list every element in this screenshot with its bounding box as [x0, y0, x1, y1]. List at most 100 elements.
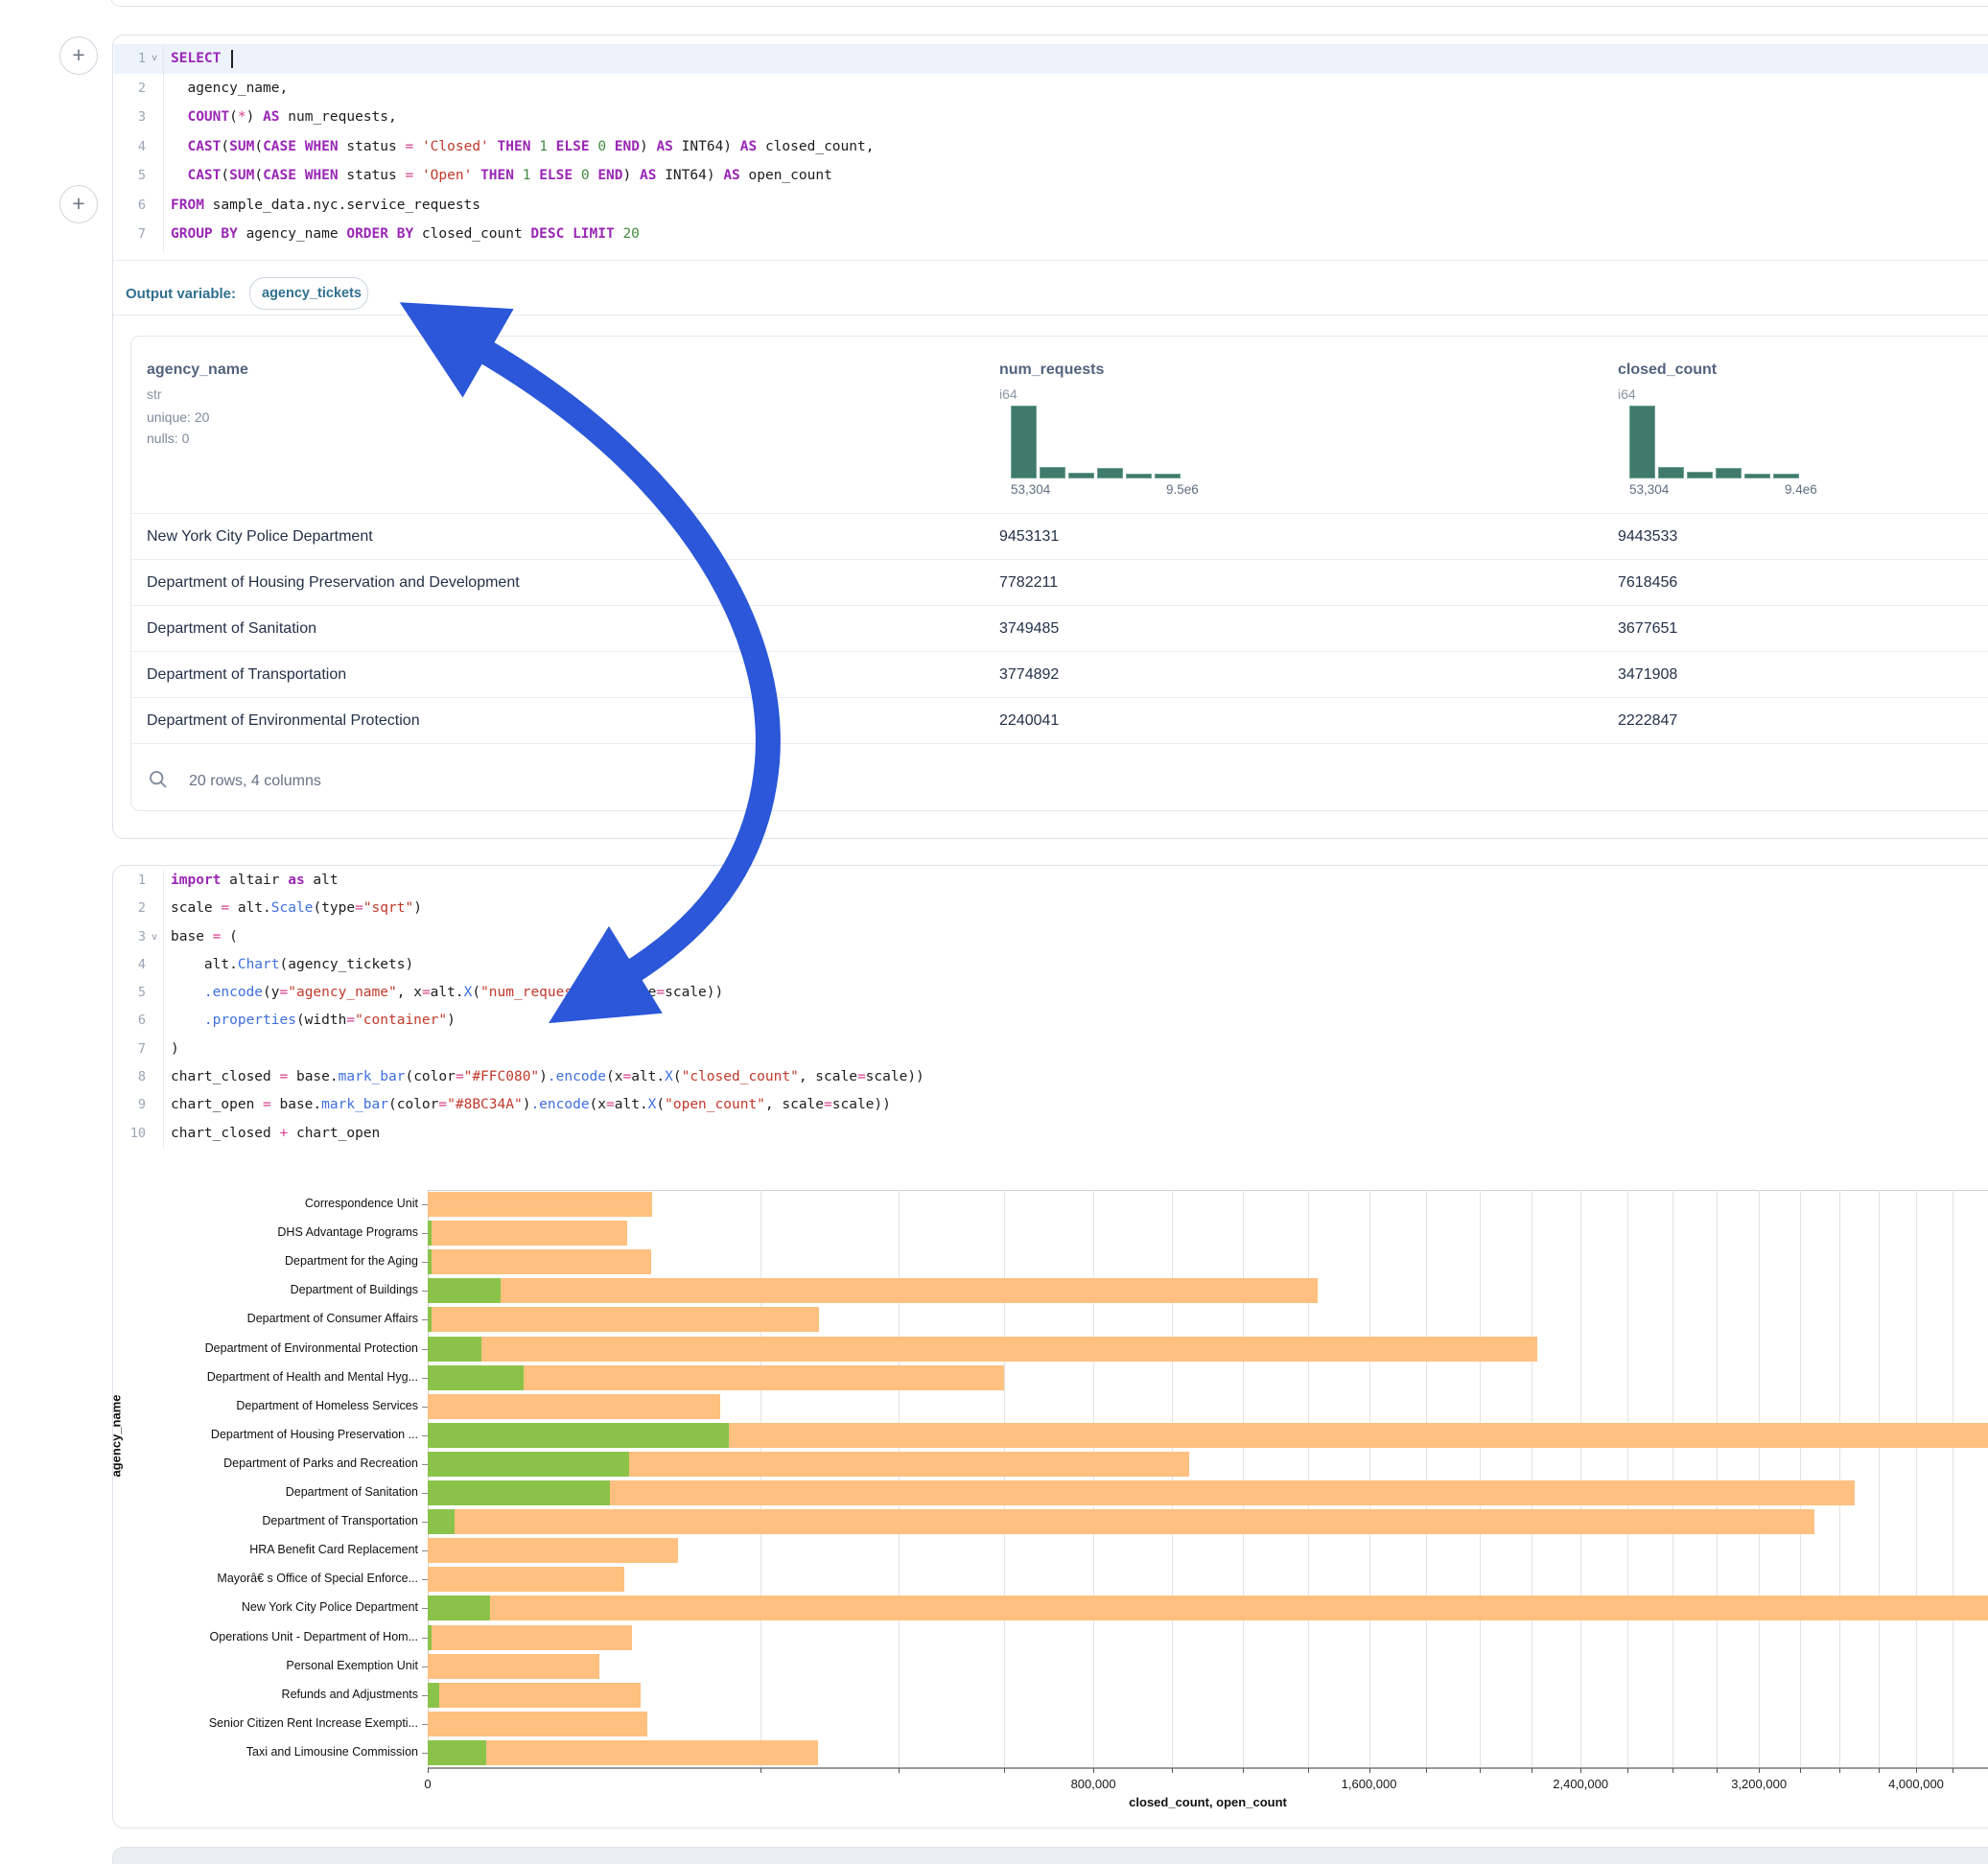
table-row[interactable]: New York City Police Department945313194… — [131, 513, 1988, 560]
cell-closed-count: 7618456 — [1618, 560, 1677, 605]
code-text: import altair as alt — [163, 867, 339, 895]
line-number: 7 — [114, 220, 146, 249]
line-number: 3 — [114, 103, 146, 132]
table-row[interactable]: Department of Housing Preservation and D… — [131, 559, 1988, 606]
code-line-6[interactable]: 6 .properties(width="container") — [114, 1007, 1988, 1035]
code-text: alt.Chart(agency_tickets) — [163, 951, 413, 979]
line-number: 2 — [114, 895, 146, 922]
fold-caret-icon[interactable]: v — [146, 923, 163, 951]
code-text: .properties(width="container") — [163, 1007, 456, 1035]
histogram-bar — [1716, 468, 1742, 478]
code-text: ) — [163, 1036, 179, 1063]
histogram-bar — [1040, 467, 1065, 478]
histogram-max-label: 9.4e6 — [1785, 482, 1817, 497]
line-number: 8 — [114, 1063, 146, 1091]
histogram-bar — [1773, 474, 1799, 478]
code-line-5[interactable]: 5 .encode(y="agency_name", x=alt.X("num_… — [114, 979, 1988, 1007]
cell-agency-name: Department of Housing Preservation and D… — [147, 560, 520, 605]
code-line-4[interactable]: 4 alt.Chart(agency_tickets) — [114, 951, 1988, 979]
code-line-7[interactable]: 7GROUP BY agency_name ORDER BY closed_co… — [114, 220, 1988, 249]
column-histogram — [1629, 404, 1802, 478]
code-text: scale = alt.Scale(type="sqrt") — [163, 895, 422, 922]
histogram-bar — [1011, 406, 1037, 478]
histogram-max-label: 9.5e6 — [1166, 482, 1199, 497]
line-number: 5 — [114, 161, 146, 191]
search-icon[interactable] — [149, 770, 168, 789]
line-number: 9 — [114, 1091, 146, 1119]
cell-num-requests: 3749485 — [999, 606, 1059, 651]
line-number: 10 — [114, 1120, 146, 1148]
code-line-6[interactable]: 6FROM sample_data.nyc.service_requests — [114, 191, 1988, 221]
line-number: 1 — [114, 44, 146, 74]
column-stat: nulls: 0 — [147, 431, 189, 446]
code-line-1[interactable]: 1 import altair as alt — [114, 867, 1988, 895]
code-line-3[interactable]: 3vbase = ( — [114, 923, 1988, 951]
line-number: 1 — [114, 867, 146, 895]
column-header-num_requests: num_requests — [999, 361, 1104, 379]
text-cursor — [231, 50, 233, 68]
notebook-page: + + 1vSELECT 2 agency_name,3 COUNT(*) AS… — [0, 0, 1988, 1864]
cell-agency-name: Department of Sanitation — [147, 606, 316, 651]
code-text: CAST(SUM(CASE WHEN status = 'Closed' THE… — [163, 132, 874, 162]
next-cell-edge — [112, 1847, 1988, 1864]
column-header-closed_count: closed_count — [1618, 361, 1717, 379]
histogram-bar — [1629, 406, 1655, 478]
histogram-bar — [1658, 467, 1684, 478]
code-line-8[interactable]: 8 chart_closed = base.mark_bar(color="#FF… — [114, 1063, 1988, 1091]
code-text: chart_open = base.mark_bar(color="#8BC34… — [163, 1091, 891, 1119]
code-line-4[interactable]: 4 CAST(SUM(CASE WHEN status = 'Closed' T… — [114, 132, 1988, 162]
code-line-5[interactable]: 5 CAST(SUM(CASE WHEN status = 'Open' THE… — [114, 161, 1988, 191]
column-type: i64 — [1618, 386, 1636, 402]
column-type: str — [147, 386, 162, 402]
line-number: 6 — [114, 1007, 146, 1035]
cell-num-requests: 2240041 — [999, 698, 1059, 743]
code-text: .encode(y="agency_name", x=alt.X("num_re… — [163, 979, 723, 1007]
output-variable-pill[interactable]: agency_tickets — [249, 277, 368, 310]
code-line-7[interactable]: 7) — [114, 1036, 1988, 1063]
histogram-min-label: 53,304 — [1629, 482, 1669, 497]
code-text: SELECT — [163, 44, 233, 74]
code-text: chart_closed = base.mark_bar(color="#FFC… — [163, 1063, 924, 1091]
python-code-editor[interactable]: 1 import altair as alt 2 scale = alt.Scale(… — [114, 867, 1988, 1148]
code-line-3[interactable]: 3 COUNT(*) AS num_requests, — [114, 103, 1988, 132]
histogram-bar — [1068, 473, 1094, 478]
previous-cell-edge — [110, 0, 1988, 7]
python-cell-card: 1 import altair as alt 2 scale = alt.Scale(… — [112, 865, 1988, 1829]
cell-agency-name: Department of Environmental Protection — [147, 698, 420, 743]
code-line-2[interactable]: 2 agency_name, — [114, 74, 1988, 104]
cell-num-requests: 3774892 — [999, 652, 1059, 697]
line-number: 3 — [114, 923, 146, 951]
histogram-bar — [1155, 474, 1181, 478]
column-stat: unique: 20 — [147, 409, 209, 425]
code-line-9[interactable]: 9 chart_open = base.mark_bar(color="#8BC3… — [114, 1091, 1988, 1119]
code-line-2[interactable]: 2 scale = alt.Scale(type="sqrt") — [114, 895, 1988, 922]
histogram-min-label: 53,304 — [1011, 482, 1050, 497]
add-cell-button-top[interactable]: + — [59, 36, 98, 75]
output-variable-row: Output variable: agency_tickets — [126, 273, 368, 314]
code-text: COUNT(*) AS num_requests, — [163, 103, 397, 132]
table-row[interactable]: Department of Environmental Protection 22… — [131, 697, 1988, 744]
output-variable-label: Output variable: — [126, 286, 236, 302]
cell-num-requests: 9453131 — [999, 514, 1059, 559]
code-line-1[interactable]: 1vSELECT — [114, 44, 1988, 74]
table-row[interactable]: Department of Transportation377489234719… — [131, 651, 1988, 698]
divider — [113, 260, 1988, 261]
line-number: 7 — [114, 1036, 146, 1063]
table-footer: 20 rows, 4 columns — [131, 743, 1988, 811]
fold-caret-icon[interactable]: v — [146, 44, 163, 74]
output-variable-value: agency_tickets — [262, 286, 362, 301]
code-text: chart_closed + chart_open — [163, 1120, 380, 1148]
histogram-bar — [1687, 472, 1713, 478]
add-cell-button-middle[interactable]: + — [59, 185, 98, 223]
code-line-10[interactable]: 10 chart_closed + chart_open — [114, 1120, 1988, 1148]
line-number: 4 — [114, 951, 146, 979]
cell-closed-count: 3677651 — [1618, 606, 1677, 651]
sql-code-editor[interactable]: 1vSELECT 2 agency_name,3 COUNT(*) AS num… — [114, 44, 1988, 249]
line-number: 4 — [114, 132, 146, 162]
line-number: 2 — [114, 74, 146, 104]
table-row[interactable]: Department of Sanitation 3749485 3677651 — [131, 605, 1988, 652]
histogram-bar — [1126, 474, 1152, 478]
code-text: FROM sample_data.nyc.service_requests — [163, 191, 480, 221]
cell-num-requests: 7782211 — [999, 560, 1058, 605]
table-footer-text: 20 rows, 4 columns — [189, 773, 321, 790]
